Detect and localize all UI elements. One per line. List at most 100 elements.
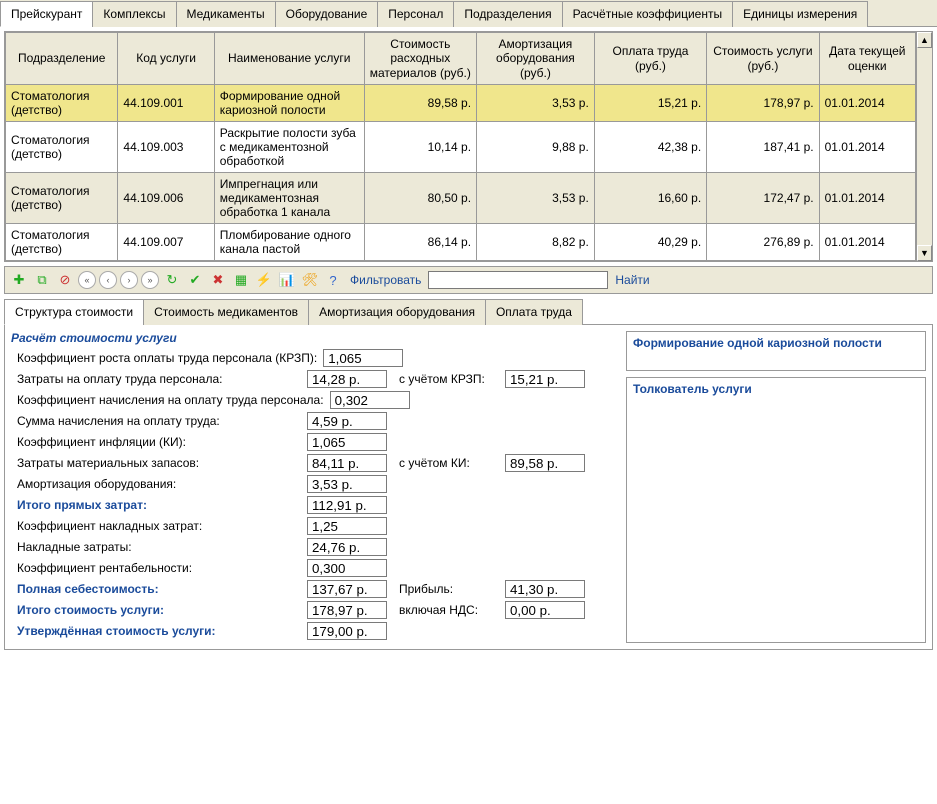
cell-dept: Стоматология (детство) [6,85,118,122]
form-value[interactable] [330,391,410,409]
cell-amort: 8,82 р. [477,224,595,261]
form-value[interactable] [307,496,387,514]
table-row[interactable]: Стоматология (детство)44.109.007Пломбиро… [6,224,916,261]
form-value[interactable] [307,412,387,430]
cell-dept: Стоматология (детство) [6,224,118,261]
table-row[interactable]: Стоматология (детство)44.109.001Формиров… [6,85,916,122]
subtab-labor[interactable]: Оплата труда [485,299,583,325]
form-label: Итого стоимость услуги: [11,603,301,617]
form-value2[interactable] [505,370,585,388]
form-value2[interactable] [505,580,585,598]
form-label: Затраты на оплату труда персонала: [11,372,301,386]
form-value[interactable] [307,475,387,493]
cell-code: 44.109.001 [118,85,214,122]
table-row[interactable]: Стоматология (детство)44.109.003Раскрыти… [6,122,916,173]
form-label: Амортизация оборудования: [11,477,301,491]
form-row: Накладные затраты: [11,538,620,556]
tab-pricelist[interactable]: Прейскурант [0,1,93,27]
cell-labor: 42,38 р. [594,122,706,173]
col-name[interactable]: Наименование услуги [214,33,364,85]
form-row: Амортизация оборудования: [11,475,620,493]
cell-amort: 3,53 р. [477,85,595,122]
col-amort[interactable]: Амортизация оборудования (руб.) [477,33,595,85]
find-link[interactable]: Найти [615,273,649,287]
cell-code: 44.109.003 [118,122,214,173]
tab-equipment[interactable]: Оборудование [275,1,379,27]
apply-icon[interactable]: ✔ [185,270,205,290]
cell-dept: Стоматология (детство) [6,122,118,173]
form-label: Коэффициент роста оплаты труда персонала… [11,351,317,365]
form-row: Коэффициент рентабельности: [11,559,620,577]
detail-left: Расчёт стоимости услуги Коэффициент рост… [11,331,620,643]
tab-departments[interactable]: Подразделения [453,1,562,27]
nav-next-icon[interactable]: › [120,271,138,289]
form-row: Коэффициент начисления на оплату труда п… [11,391,620,409]
col-code[interactable]: Код услуги [118,33,214,85]
subtab-med-cost[interactable]: Стоимость медикаментов [143,299,309,325]
tab-medications[interactable]: Медикаменты [176,1,276,27]
cell-name: Пломбирование одного канала пастой [214,224,364,261]
add-icon[interactable]: ✚ [9,270,29,290]
form-value[interactable] [307,580,387,598]
tab-units[interactable]: Единицы измерения [732,1,868,27]
lightning-icon[interactable]: ⚡ [254,270,274,290]
cancel-icon[interactable]: ✖ [208,270,228,290]
cell-mat: 10,14 р. [364,122,476,173]
cell-dept: Стоматология (детство) [6,173,118,224]
filter-input[interactable] [428,271,608,289]
col-labor[interactable]: Оплата труда (руб.) [594,33,706,85]
form-label: Полная себестоимость: [11,582,301,596]
form-value2[interactable] [505,601,585,619]
form-label: Утверждённая стоимость услуги: [11,624,301,638]
col-dept[interactable]: Подразделение [6,33,118,85]
form-row: Коэффициент роста оплаты труда персонала… [11,349,620,367]
form-value[interactable] [307,454,387,472]
nav-last-icon[interactable]: » [141,271,159,289]
tab-personnel[interactable]: Персонал [377,1,454,27]
help-icon[interactable]: ? [323,270,343,290]
cell-labor: 40,29 р. [594,224,706,261]
cell-code: 44.109.006 [118,173,214,224]
scroll-up-icon[interactable]: ▲ [917,32,932,48]
nav-prev-icon[interactable]: ‹ [99,271,117,289]
nav-first-icon[interactable]: « [78,271,96,289]
table-row[interactable]: Стоматология (детство)44.109.006Импрегна… [6,173,916,224]
subtab-structure[interactable]: Структура стоимости [4,299,144,325]
cell-cost: 276,89 р. [707,224,819,261]
form-row: Полная себестоимость:Прибыль: [11,580,620,598]
form-label: Накладные затраты: [11,540,301,554]
chart-icon[interactable]: 📊 [277,270,297,290]
delete-icon[interactable]: ⊘ [55,270,75,290]
form-label: Итого прямых затрат: [11,498,301,512]
tab-coefficients[interactable]: Расчётные коэффициенты [562,1,733,27]
col-date[interactable]: Дата текущей оценки [819,33,915,85]
cell-amort: 9,88 р. [477,122,595,173]
form-value2[interactable] [505,454,585,472]
tab-complexes[interactable]: Комплексы [92,1,176,27]
form-value[interactable] [307,601,387,619]
col-materials[interactable]: Стоимость расходных материалов (руб.) [364,33,476,85]
subtab-amort[interactable]: Амортизация оборудования [308,299,486,325]
form-value[interactable] [307,517,387,535]
form-value[interactable] [307,538,387,556]
grid-wrapper: Подразделение Код услуги Наименование ус… [4,31,933,262]
refresh-icon[interactable]: ↻ [162,270,182,290]
form-value[interactable] [323,349,403,367]
grid-header-row: Подразделение Код услуги Наименование ус… [6,33,916,85]
filter-link[interactable]: Фильтровать [350,273,421,287]
form-value[interactable] [307,370,387,388]
form-value[interactable] [307,559,387,577]
tools-icon[interactable]: 🛠 [300,270,320,290]
copy-icon[interactable]: ⧉ [32,270,52,290]
form-mid-label: с учётом КИ: [399,456,499,470]
form-value[interactable] [307,622,387,640]
scroll-down-icon[interactable]: ▼ [917,245,932,261]
form-label: Сумма начисления на оплату труда: [11,414,301,428]
service-name-panel: Формирование одной кариозной полости [626,331,926,371]
form-value[interactable] [307,433,387,451]
col-cost[interactable]: Стоимость услуги (руб.) [707,33,819,85]
grid-vscroll[interactable]: ▲ ▼ [916,32,932,261]
interpreter-title: Толкователь услуги [633,382,919,396]
excel-icon[interactable]: ▦ [231,270,251,290]
cell-date: 01.01.2014 [819,173,915,224]
